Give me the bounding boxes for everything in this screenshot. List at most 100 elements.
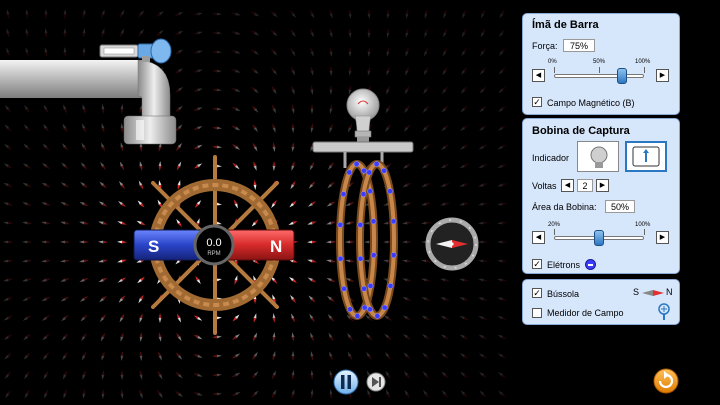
field-needle [309, 313, 315, 323]
strength-increase-button[interactable]: ▶ [656, 69, 669, 82]
reset-button[interactable] [653, 368, 679, 394]
electron [381, 304, 388, 311]
area-decrease-button[interactable]: ◀ [532, 231, 545, 244]
field-needle [459, 144, 469, 150]
field-needle [497, 278, 507, 282]
field-needle [44, 28, 48, 38]
step-button[interactable] [366, 372, 386, 392]
strength-decrease-button[interactable]: ◀ [532, 69, 545, 82]
field-needle [405, 66, 409, 76]
field-needle [460, 390, 468, 398]
field-needle [422, 124, 430, 132]
field-needle [120, 104, 124, 114]
field-needle [326, 240, 336, 244]
strength-tick-mid: 50% [593, 59, 606, 65]
electron [390, 252, 397, 258]
field-needle [384, 124, 392, 132]
field-needle [384, 333, 392, 341]
pause-button[interactable] [333, 369, 359, 395]
compass-checkbox[interactable]: ✓ [532, 288, 542, 298]
field-needle [270, 10, 278, 18]
strength-slider-thumb[interactable] [616, 68, 627, 84]
field-needle [290, 66, 296, 76]
field-needle [403, 333, 411, 341]
field-needle [212, 145, 222, 149]
field-needle [43, 389, 49, 399]
field-needle [139, 332, 143, 342]
electron [370, 218, 377, 225]
field-needle [193, 144, 203, 150]
field-needle [176, 142, 182, 152]
field-needle [309, 161, 315, 171]
field-needle [345, 278, 355, 282]
electron [337, 255, 344, 262]
field-needle [290, 294, 296, 304]
bulb-icon [590, 146, 608, 168]
field-needle [212, 373, 222, 377]
loops-decrease-button[interactable]: ◀ [561, 179, 574, 192]
field-needle [23, 143, 31, 151]
electrons-label: Elétrons [547, 260, 581, 270]
field-needle [461, 66, 467, 76]
field-needle [307, 221, 317, 225]
compass-legend-s: S [633, 287, 640, 297]
field-needle [79, 240, 89, 244]
electron [366, 169, 373, 176]
field-needle [60, 202, 70, 206]
field-needle [139, 313, 143, 323]
loops-increase-button[interactable]: ▶ [596, 179, 609, 192]
field-needle [98, 240, 108, 244]
field-needle [440, 144, 450, 150]
field-needle [271, 389, 277, 399]
field-needle [82, 389, 86, 399]
field-needle [498, 371, 506, 379]
field-needle [328, 161, 334, 171]
field-needle [175, 371, 183, 379]
field-needle [4, 105, 12, 113]
magnetic-field-checkbox[interactable]: ✓ [532, 97, 542, 107]
indicator-voltmeter-option[interactable] [625, 141, 667, 172]
tools-panel: ✓ Bússola S N Medidor de Campo [522, 279, 680, 325]
field-needle [272, 313, 276, 323]
field-needle [193, 354, 203, 358]
field-needle [422, 371, 430, 379]
field-needle [291, 161, 295, 171]
field-needle [139, 389, 143, 399]
field-needle [43, 104, 49, 114]
compass-icon[interactable] [425, 217, 479, 271]
field-needle [307, 201, 317, 207]
field-needle [158, 161, 162, 171]
field-needle [459, 353, 469, 359]
field-needle [497, 164, 507, 168]
field-needle [310, 123, 314, 133]
electron [357, 255, 364, 262]
field-meter-checkbox[interactable] [532, 308, 542, 318]
indicator-bulb-option[interactable] [577, 141, 619, 172]
field-needle [478, 297, 488, 301]
electrons-checkbox[interactable]: ✓ [532, 259, 542, 269]
field-needle [326, 201, 336, 207]
strength-value: 75% [563, 39, 595, 52]
field-needle [421, 202, 431, 206]
field-needle [250, 11, 260, 17]
field-needle [460, 371, 468, 379]
area-slider-thumb[interactable] [594, 230, 604, 246]
field-needle [327, 314, 335, 322]
field-needle [497, 202, 507, 206]
area-increase-button[interactable]: ▶ [656, 231, 669, 244]
field-needle [177, 180, 181, 190]
field-needle [101, 123, 105, 133]
field-needle [175, 390, 183, 398]
pickup-coil[interactable] [336, 160, 398, 320]
rpm-gauge: 0.0 RPM [193, 224, 235, 266]
field-needle [367, 66, 371, 76]
field-needle [139, 370, 143, 380]
field-needle [326, 277, 336, 283]
field-needle [195, 275, 201, 285]
field-needle [366, 351, 372, 361]
field-needle [440, 315, 450, 321]
strength-slider-track[interactable] [554, 74, 644, 78]
coil-area-value: 50% [605, 200, 635, 213]
field-needle [252, 123, 258, 133]
field-needle [60, 278, 70, 282]
